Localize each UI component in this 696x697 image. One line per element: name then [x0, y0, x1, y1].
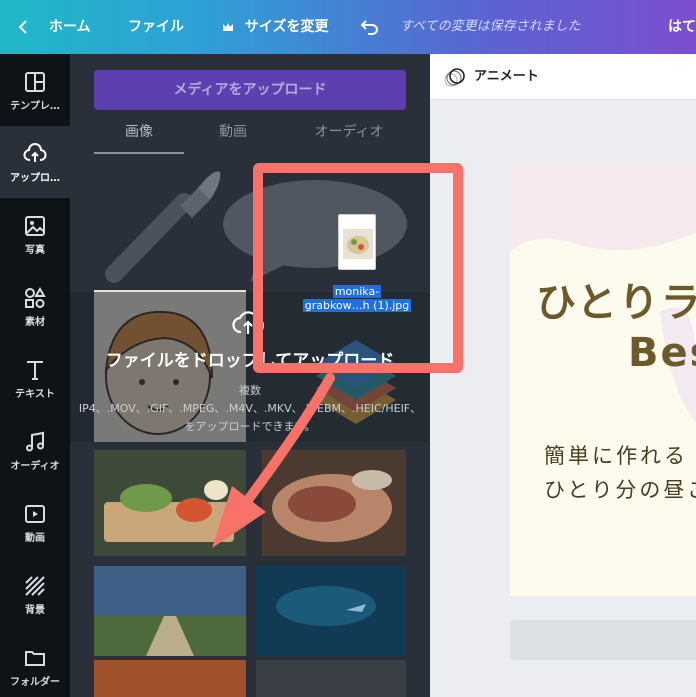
- upload-thumbnail-aquarium[interactable]: [256, 566, 406, 656]
- tab-audio[interactable]: オーディオ: [294, 120, 404, 154]
- upload-thumbnail-brush[interactable]: [94, 166, 224, 284]
- sidebar-item-label: オーディオ: [10, 461, 60, 472]
- sidebar-item-label: テキスト: [15, 389, 55, 400]
- design-title-line2[interactable]: Bes: [628, 330, 696, 376]
- design-title-line1[interactable]: ひとりラ: [536, 270, 696, 328]
- upload-thumbnail-dark[interactable]: [256, 660, 406, 697]
- animate-button[interactable]: アニメート: [430, 54, 560, 100]
- sidebar-item-label: 動画: [25, 533, 45, 544]
- design-subtitle-line1[interactable]: 簡単に作れる: [544, 440, 688, 470]
- upload-thumbnail-sunset[interactable]: [94, 660, 246, 697]
- undo-button[interactable]: [360, 0, 380, 54]
- editor-toolbar: アニメート: [430, 54, 696, 100]
- sidebar-item-text[interactable]: テキスト: [0, 342, 70, 414]
- sidebar-item-background[interactable]: 背景: [0, 558, 70, 630]
- sidebar-item-label: 写真: [25, 245, 45, 256]
- photo-icon: [23, 214, 47, 238]
- elements-icon: [23, 286, 47, 310]
- tab-images[interactable]: 画像: [94, 120, 184, 154]
- home-button[interactable]: ホーム: [18, 0, 90, 54]
- sidebar-item-photos[interactable]: 写真: [0, 198, 70, 270]
- save-status: すべての変更は保存されました: [400, 19, 581, 34]
- editor-canvas-area: アニメート ひとりラ Bes 簡単に作れる ひとり分の昼ご: [430, 54, 696, 697]
- undo-icon: [360, 19, 380, 35]
- animate-label: アニメート: [474, 69, 539, 84]
- upload-thumbnail-field[interactable]: [94, 566, 246, 656]
- video-icon: [23, 502, 47, 526]
- crown-icon: [222, 0, 236, 54]
- drop-formats-line3: をアップロードできます。: [184, 420, 316, 433]
- upload-media-button[interactable]: メディアをアップロード: [94, 70, 406, 110]
- text-icon: [23, 358, 47, 382]
- file-name-line1: monika-: [332, 285, 382, 298]
- sidebar-item-label: 背景: [25, 605, 45, 616]
- dragged-file-name: monika- grabkow…h (1).jpg: [302, 285, 412, 313]
- sidebar-item-audio[interactable]: オーディオ: [0, 414, 70, 486]
- folder-icon: [23, 646, 47, 670]
- tab-videos[interactable]: 動画: [188, 120, 278, 154]
- sidebar-item-elements[interactable]: 素材: [0, 270, 70, 342]
- background-icon: [23, 574, 47, 598]
- upload-thumbnail-food-2[interactable]: [262, 450, 406, 556]
- design-subtitle-line2[interactable]: ひとり分の昼ご: [544, 474, 696, 504]
- sidebar-item-label: テンプレ…: [10, 101, 60, 112]
- drop-formats-line2: IP4、.MOV、.GIF、.MPEG、.M4V、.MKV、.WEBM、.HEI…: [78, 402, 422, 415]
- file-name-line2: grabkow…h (1).jpg: [302, 299, 412, 312]
- upload-cloud-icon: [23, 142, 47, 166]
- sidebar-item-label: 素材: [25, 317, 45, 328]
- top-bar: ホーム ファイル サイズを変更 すべての変更は保存されました はて: [0, 0, 696, 54]
- upload-thumbnail-food-1[interactable]: [94, 450, 246, 556]
- file-menu-button[interactable]: ファイル: [128, 0, 184, 54]
- chevron-left-icon: [18, 0, 34, 54]
- sidebar-item-folders[interactable]: フォルダー: [0, 630, 70, 697]
- animate-icon: [444, 67, 466, 91]
- add-page-bar[interactable]: [510, 620, 696, 660]
- dragged-file-icon[interactable]: [338, 214, 376, 270]
- sidebar-item-video[interactable]: 動画: [0, 486, 70, 558]
- uploads-panel: メディアをアップロード 画像 動画 オーディオ ファイルをドロップしてアップロー…: [70, 54, 430, 697]
- resize-button[interactable]: サイズを変更: [222, 0, 328, 54]
- sidebar-item-label: フォルダー: [10, 677, 60, 688]
- sidebar-item-uploads[interactable]: アップロ…: [0, 126, 70, 198]
- music-icon: [23, 430, 47, 454]
- share-label: はて: [668, 19, 696, 35]
- template-icon: [23, 70, 47, 94]
- page-background-blobs: [510, 162, 696, 422]
- design-page[interactable]: ひとりラ Bes 簡単に作れる ひとり分の昼ご: [510, 162, 696, 596]
- left-sidebar: テンプレ… アップロ… 写真 素材 テキスト オーディオ 動画 背景 フォルダー: [0, 54, 70, 697]
- share-button[interactable]: はて: [668, 0, 696, 54]
- resize-label: サイズを変更: [244, 19, 329, 35]
- home-label: ホーム: [48, 19, 91, 35]
- file-menu-label: ファイル: [128, 19, 184, 35]
- sidebar-item-label: アップロ…: [10, 173, 60, 184]
- sidebar-item-templates[interactable]: テンプレ…: [0, 54, 70, 126]
- drop-formats-line1: 複数: [239, 384, 261, 397]
